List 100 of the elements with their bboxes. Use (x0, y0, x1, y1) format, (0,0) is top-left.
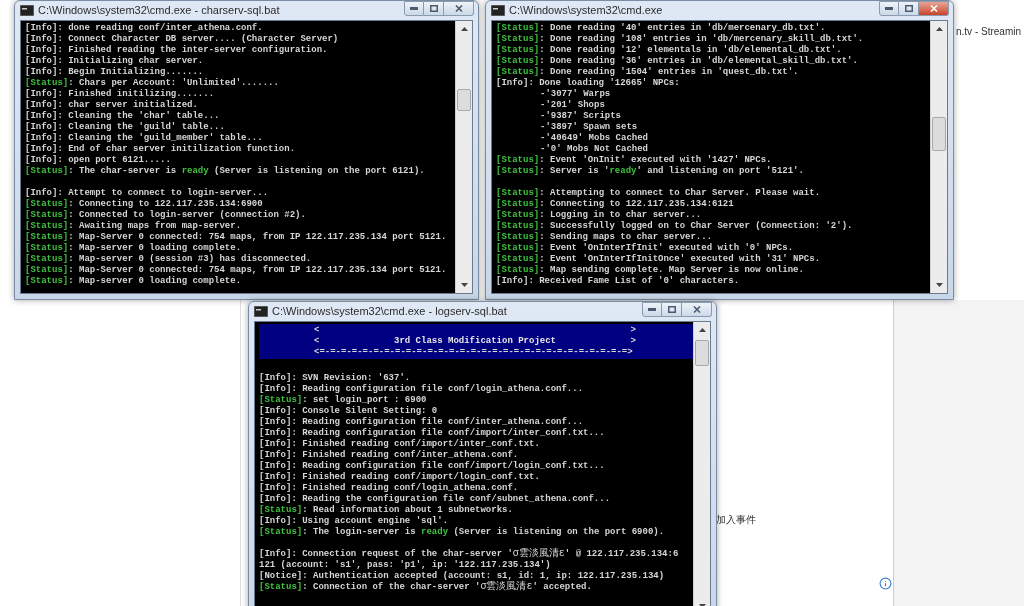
scrollbar-thumb[interactable] (695, 340, 709, 366)
console-line: [Info]: Reading configuration file conf/inter_athena.conf... (259, 417, 585, 428)
caret-down-icon (935, 283, 943, 287)
console-line: -'9387' Scripts (539, 111, 622, 122)
console-line: [Status]: Connected to login-server (connection #2). (25, 210, 307, 221)
console-line: [Info]: open port 6121..... (25, 155, 172, 166)
console-line: [Info]: Reading configuration file conf/login_athena.conf... (259, 384, 585, 395)
console-line: [Status]: set login_port : 6900 (259, 395, 428, 406)
console-line: [Status]: Logging in to char server... (496, 210, 703, 221)
caret-up-icon (698, 328, 706, 332)
console-line: [Info]: Console Silent Setting: 0 (259, 406, 439, 417)
maximize-button[interactable] (899, 1, 919, 16)
console-line: [Info]: Done loading '12665' NPCs: (496, 78, 681, 89)
console-line: [Status]: Done reading '1504' entries in 'quest_db.txt'. (496, 67, 800, 78)
console-line: 121 (account: 's1', pass: 'p1', ip: '122.117.235.134') (259, 560, 552, 571)
console-line: [Status]: Chars per Account: 'Unlimited'....... (25, 78, 280, 89)
console-icon (20, 5, 34, 16)
console-line: [Status]: Map-server 0 (session #3) has disconnected. (25, 254, 313, 265)
minimize-button[interactable] (879, 1, 899, 16)
scrollbar-thumb[interactable] (932, 117, 946, 151)
minimize-button[interactable] (642, 302, 662, 317)
console-line: -'40649' Mobs Cached (539, 133, 650, 144)
minimize-button[interactable] (404, 1, 424, 16)
window-title: C:\Windows\system32\cmd.exe - logserv-sql.bat (272, 304, 507, 320)
window-title: C:\Windows\system32\cmd.exe - charserv-sql.bat (38, 3, 280, 19)
console-line: -'0' Mobs Not Cached (539, 144, 650, 155)
console-line: [Status]: Attempting to connect to Char Server. Please wait. (496, 188, 822, 199)
scrollbar[interactable] (930, 21, 947, 293)
console-line: [Status]: Connection of the char-server 'σ雲淡風清ε' accepted. (259, 582, 593, 593)
minimize-icon (648, 308, 656, 311)
console-line: [Info]: End of char server initilization function. (25, 144, 297, 155)
console-line: [Info]: Cleaning the 'guild_member' table... (25, 133, 264, 144)
console-line: [Status]: Connecting to 122.117.235.134:6121 (496, 199, 735, 210)
close-button[interactable] (682, 302, 712, 317)
banner-edge: > (630, 325, 636, 336)
console-line: [Info]: Finished reading conf/import/inter_conf.txt. (259, 439, 541, 450)
console-line: [Status]: Done reading '36' entries in 'db/elemental_skill_db.txt'. (496, 56, 859, 67)
console-line: [Status]: Successfully logged on to Char Server (Connection: '2'). (496, 221, 854, 232)
console-line: [Info]: Finished reading conf/import/login_conf.txt. (259, 472, 541, 483)
console-line: -'201' Shops (539, 100, 606, 111)
console-line: [Info]: Reading configuration file conf/import/login_conf.txt... (259, 461, 606, 472)
close-icon (454, 5, 463, 12)
scrollbar[interactable] (693, 322, 710, 606)
browser-tab[interactable]: n.tv - Streamin (956, 24, 1022, 39)
console-line: [Status]: Event 'OnInterIfInitOnce' executed with '31' NPCs. (496, 254, 822, 265)
console-icon (491, 5, 505, 16)
console-line: [Status]: Awaiting maps from map-server. (25, 221, 243, 232)
console-line: [Info]: Finished reading conf/login_athena.conf. (259, 483, 520, 494)
banner-edge: < (314, 336, 320, 347)
console-line: [Status]: Map-server 0 loading complete. (25, 276, 243, 287)
console-line: [Status]: Done reading '108' entries in 'db/mercenary_skill_db.txt'. (496, 34, 865, 45)
console-line: [Info]: Using account engine 'sql'. (259, 516, 450, 527)
maximize-button[interactable] (424, 1, 444, 16)
console-line: [Info]: Cleaning the 'char' table... (25, 111, 221, 122)
banner-edge: < (314, 325, 320, 336)
scrollbar-thumb[interactable] (457, 89, 471, 111)
console-line: [Info]: Connect Character DB server.... (Character Server) (25, 34, 340, 45)
console-line: [Status]: Event 'OnInit' executed with '1427' NPCs. (496, 155, 773, 166)
console-line: [Status]: Map sending complete. Map Server is now online. (496, 265, 805, 276)
console-line: [Status]: Sending maps to char server... (496, 232, 714, 243)
maximize-icon (904, 5, 913, 12)
console-line: [Status]: Map-server 0 loading complete. (25, 243, 243, 254)
close-button[interactable] (444, 1, 474, 16)
window-title: C:\Windows\system32\cmd.exe (509, 3, 663, 19)
close-icon (929, 5, 938, 12)
console-line: [Notice]: Authentication accepted (account: s1, id: 1, ip: 122.117.235.134) (259, 571, 666, 581)
banner-title: 3rd Class Modification Project (394, 336, 556, 347)
console-icon (254, 306, 268, 317)
console-line: [Info]: Attempt to connect to login-server... (25, 188, 270, 199)
console-line: [Status]: Connecting to 122.117.235.134:6900 (25, 199, 264, 210)
close-button[interactable] (919, 1, 949, 16)
console-line: [Info]: Finished initilizing....... (25, 89, 216, 100)
page-link[interactable]: 加入事件 (716, 512, 756, 527)
console-line: -'3897' Spawn sets (539, 122, 639, 133)
console-line: [Status]: The login-server is ready (Server is listening on the port 6900). (259, 527, 666, 538)
console-line: [Info]: SVN Revision: '637'. (259, 373, 412, 384)
console-line: [Status]: Server is 'ready' and listening on port '5121'. (496, 166, 805, 177)
info-icon[interactable] (879, 577, 892, 590)
console-line: [Status]: Read information about 1 subnetworks. (259, 505, 514, 516)
maximize-button[interactable] (662, 302, 682, 317)
console-line: [Info]: Connection request of the char-server 'σ雲淡風清ε' @ 122.117.235.134:6 (259, 549, 680, 560)
console-line: [Info]: Finished reading conf/inter_athena.conf. (259, 450, 520, 461)
console-line: [Status]: Map-Server 0 connected: 754 maps, from IP 122.117.235.134 port 5121. (25, 265, 448, 276)
caret-up-icon (460, 27, 468, 31)
scrollbar[interactable] (455, 21, 472, 293)
caret-up-icon (935, 27, 943, 31)
console-line: [Info]: char server initialized. (25, 100, 199, 111)
console-line: [Info]: Initializing char server. (25, 56, 205, 67)
console-line: [Info]: Received Fame List of '0' characters. (496, 276, 741, 287)
caret-down-icon (460, 283, 468, 287)
console-line: [Info]: done reading conf/inter_athena.conf. (25, 23, 264, 34)
console-line: [Status]: Done reading '12' elementals in 'db/elemental_db.txt'. (496, 45, 843, 56)
maximize-icon (429, 5, 438, 12)
console-line: [Status]: The char-server is ready (Server is listening on the port 6121). (25, 166, 426, 177)
console-line: [Status]: Event 'OnInterIfInit' executed with '0' NPCs. (496, 243, 795, 254)
console-line: [Info]: Reading configuration file conf/import/inter_conf.txt... (259, 428, 606, 439)
close-icon (692, 306, 701, 313)
console-line: -'3077' Warps (539, 89, 612, 100)
banner-edge: > (630, 336, 636, 347)
console-line: [Status]: Map-Server 0 connected: 754 maps, from IP 122.117.235.134 port 5121. (25, 232, 448, 243)
